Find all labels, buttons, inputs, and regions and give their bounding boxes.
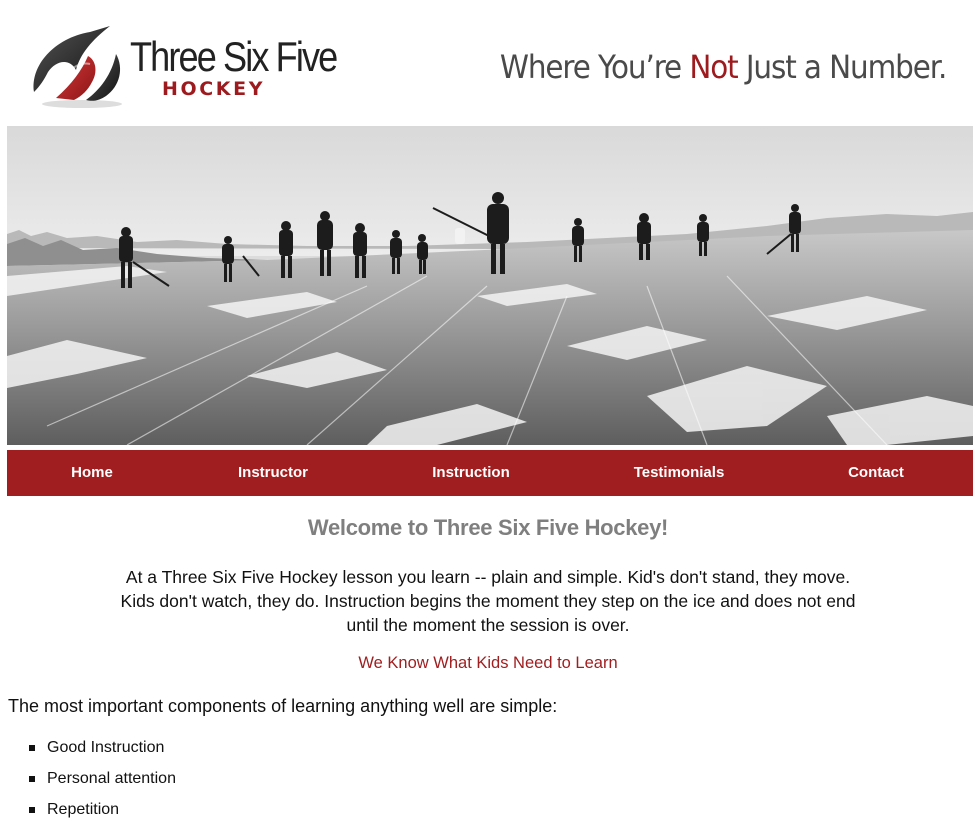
bullet-icon — [29, 745, 35, 751]
hero-photo — [7, 126, 973, 445]
logo-swoosh-icon — [33, 26, 122, 108]
list-item-label: Repetition — [47, 801, 120, 818]
intro-paragraph: At a Three Six Five Hockey lesson you le… — [120, 567, 856, 635]
hero-image — [7, 126, 973, 445]
nav-testimonials[interactable]: Testimonials — [634, 450, 725, 496]
lead-paragraph: The most important components of learnin… — [8, 696, 558, 716]
nav-home[interactable]: Home — [71, 450, 113, 496]
list-item: Repetition — [0, 798, 176, 824]
bullet-icon — [29, 807, 35, 813]
logo[interactable]: Three Six Five HOCKEY — [26, 20, 338, 112]
nav-instruction[interactable]: Instruction — [432, 450, 510, 496]
nav-instructor[interactable]: Instructor — [238, 450, 308, 496]
tagline-end: Just a Number. — [737, 48, 948, 86]
list-item-label: Good Instruction — [47, 739, 165, 756]
main-nav: Home Instructor Instruction Testimonials… — [7, 450, 973, 496]
list-item-label: Personal attention — [47, 770, 176, 787]
bullet-icon — [29, 776, 35, 782]
page: Three Six Five HOCKEY Where You’re Not J… — [0, 0, 976, 824]
tagline: Where You’re Not Just a Number. — [499, 48, 948, 86]
list-item: Good Instruction — [0, 736, 176, 767]
list-item: Personal attention — [0, 767, 176, 798]
site-header: Three Six Five HOCKEY Where You’re Not J… — [0, 0, 976, 125]
logo-title: Three Six Five — [130, 33, 338, 80]
tagline-accent: Not — [689, 48, 738, 86]
tagline-start: Where You’re — [499, 48, 690, 86]
logo-subtitle: HOCKEY — [162, 78, 266, 100]
nav-contact[interactable]: Contact — [848, 450, 904, 496]
section-heading: We Know What Kids Need to Learn — [358, 654, 618, 672]
page-title: Welcome to Three Six Five Hockey! — [307, 515, 669, 540]
components-list: Good Instruction Personal attention Repe… — [0, 736, 176, 824]
